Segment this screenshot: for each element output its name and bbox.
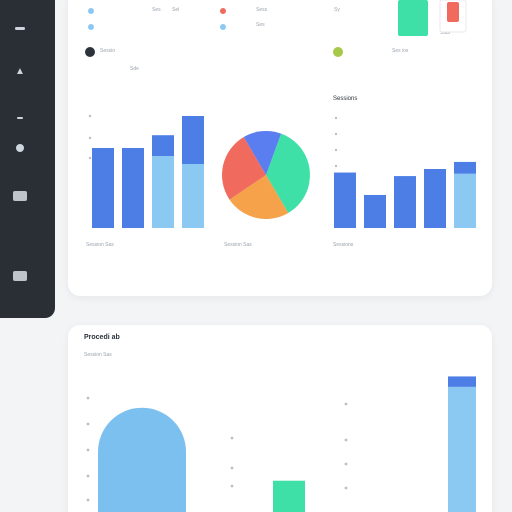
dashboard-page: ▲ Ses Sel Sess Ses Sy Stas Procedi ab Se… (0, 0, 512, 512)
chart1-legend-sub: Sde (130, 66, 139, 72)
bottom-card-title: Procedi ab (84, 334, 120, 341)
header-label-c: Sess (256, 7, 268, 13)
bottom-card (68, 325, 492, 512)
reports-icon[interactable] (12, 188, 28, 204)
chart1-legend-dot (85, 47, 95, 57)
chart1-caption: Session Sas (86, 242, 114, 248)
bottom-card-subtitle: Session Sas (84, 352, 112, 358)
header-label-e: Sy (334, 7, 340, 13)
sidebar: ▲ (0, 0, 55, 318)
pie-caption: Session Sas (224, 242, 252, 248)
legend-dot-red (220, 8, 226, 14)
legend-dot-blue-2 (88, 24, 94, 30)
users-icon[interactable] (12, 268, 28, 284)
chart2-title: Sessions (333, 96, 358, 102)
legend-dot-lightblue (220, 24, 226, 30)
settings-icon[interactable] (12, 140, 28, 156)
chart2-caption: Sessions (333, 242, 354, 248)
dashboard-icon[interactable]: ▲ (12, 64, 28, 80)
header-label-f: Stas (440, 30, 451, 36)
chart2-legend-label: Ses ios (392, 48, 409, 54)
chart2-legend-dot (333, 47, 343, 57)
divider-icon (12, 110, 28, 126)
menu-icon[interactable] (12, 20, 28, 36)
header-label-b: Sel (172, 7, 180, 13)
chart1-legend-label: Sessio (100, 48, 116, 54)
overview-card (68, 0, 492, 296)
header-label-a: Ses (152, 7, 161, 13)
header-label-d: Ses (256, 22, 265, 28)
legend-dot-blue (88, 8, 94, 14)
